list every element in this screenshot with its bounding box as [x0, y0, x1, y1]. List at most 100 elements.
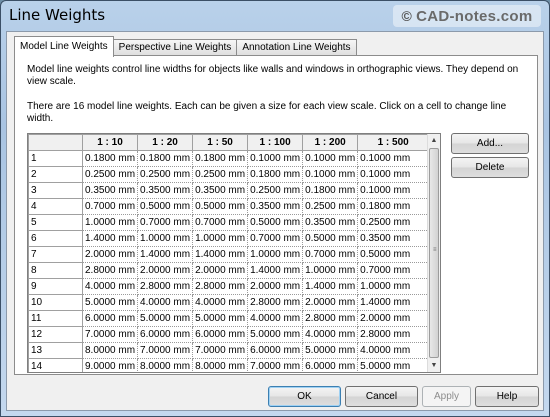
line-weight-cell[interactable]: 0.3500 mm	[192, 182, 249, 199]
scroll-down-arrow-icon[interactable]: ▼	[428, 359, 440, 372]
line-weight-cell[interactable]: 5.0000 mm	[302, 342, 359, 359]
line-weight-cell[interactable]: 0.3500 mm	[247, 198, 304, 215]
line-weight-cell[interactable]: 7.0000 mm	[137, 342, 194, 359]
line-weight-cell[interactable]: 5.0000 mm	[137, 310, 194, 327]
line-weight-cell[interactable]: 4.0000 mm	[192, 294, 249, 311]
line-weight-cell[interactable]: 2.0000 mm	[137, 262, 194, 279]
line-weight-cell[interactable]: 0.2500 mm	[247, 182, 304, 199]
line-weight-cell[interactable]: 7.0000 mm	[247, 358, 304, 372]
line-weight-cell[interactable]: 0.5000 mm	[302, 230, 359, 247]
line-weight-cell[interactable]: 0.1800 mm	[357, 198, 430, 215]
line-weight-cell[interactable]: 0.5000 mm	[357, 246, 430, 263]
line-weight-cell[interactable]: 2.8000 mm	[137, 278, 194, 295]
line-weight-cell[interactable]: 0.5000 mm	[192, 198, 249, 215]
line-weight-cell[interactable]: 0.7000 mm	[81, 198, 139, 215]
line-weight-cell[interactable]: 8.0000 mm	[192, 358, 249, 372]
line-weight-cell[interactable]: 1.0000 mm	[357, 278, 430, 295]
line-weight-cell[interactable]: 0.1800 mm	[137, 150, 194, 167]
tab-model-line-weights[interactable]: Model Line Weights	[14, 36, 114, 57]
line-weight-cell[interactable]: 2.8000 mm	[192, 278, 249, 295]
line-weight-cell[interactable]: 6.0000 mm	[137, 326, 194, 343]
line-weight-cell[interactable]: 0.1800 mm	[247, 166, 304, 183]
line-weight-cell[interactable]: 8.0000 mm	[137, 358, 194, 372]
line-weight-cell[interactable]: 0.7000 mm	[192, 214, 249, 231]
scroll-up-arrow-icon[interactable]: ▲	[428, 134, 440, 147]
line-weight-cell[interactable]: 1.4000 mm	[247, 262, 304, 279]
grid-vertical-scrollbar[interactable]: ▲ ≡ ▼	[427, 134, 440, 372]
line-weight-cell[interactable]: 5.0000 mm	[192, 310, 249, 327]
line-weight-cell[interactable]: 2.0000 mm	[357, 310, 430, 327]
line-weight-cell[interactable]: 0.2500 mm	[357, 214, 430, 231]
line-weight-cell[interactable]: 2.0000 mm	[302, 294, 359, 311]
line-weight-cell[interactable]: 4.0000 mm	[357, 342, 430, 359]
line-weight-cell[interactable]: 1.0000 mm	[137, 230, 194, 247]
line-weight-cell[interactable]: 0.7000 mm	[247, 230, 304, 247]
line-weight-cell[interactable]: 0.7000 mm	[302, 246, 359, 263]
line-weight-cell[interactable]: 1.4000 mm	[81, 230, 139, 247]
line-weight-cell[interactable]: 6.0000 mm	[81, 310, 139, 327]
line-weight-cell[interactable]: 5.0000 mm	[81, 294, 139, 311]
line-weight-cell[interactable]: 2.0000 mm	[81, 246, 139, 263]
line-weight-cell[interactable]: 5.0000 mm	[247, 326, 304, 343]
line-weight-cell[interactable]: 0.3500 mm	[81, 182, 139, 199]
line-weight-cell[interactable]: 0.3500 mm	[137, 182, 194, 199]
line-weight-cell[interactable]: 1.0000 mm	[247, 246, 304, 263]
line-weight-cell[interactable]: 4.0000 mm	[81, 278, 139, 295]
line-weight-cell[interactable]: 2.0000 mm	[247, 278, 304, 295]
line-weight-cell[interactable]: 0.5000 mm	[247, 214, 304, 231]
line-weight-cell[interactable]: 0.1800 mm	[81, 150, 139, 167]
line-weight-cell[interactable]: 0.1800 mm	[302, 182, 359, 199]
line-weight-cell[interactable]: 0.1000 mm	[247, 150, 304, 167]
cancel-button[interactable]: Cancel	[345, 386, 418, 407]
line-weight-cell[interactable]: 0.7000 mm	[137, 214, 194, 231]
line-weight-cell[interactable]: 6.0000 mm	[302, 358, 359, 372]
line-weight-cell[interactable]: 1.4000 mm	[302, 278, 359, 295]
line-weight-cell[interactable]: 4.0000 mm	[137, 294, 194, 311]
delete-button[interactable]: Delete	[451, 157, 529, 178]
line-weights-dialog: Line Weights © CAD-notes.com Model Line …	[0, 0, 550, 417]
line-weight-cell[interactable]: 0.3500 mm	[302, 214, 359, 231]
line-weight-cell[interactable]: 1.0000 mm	[192, 230, 249, 247]
line-weight-cell[interactable]: 2.8000 mm	[247, 294, 304, 311]
line-weight-cell[interactable]: 0.1000 mm	[357, 150, 430, 167]
line-weight-cell[interactable]: 0.1000 mm	[357, 166, 430, 183]
line-weight-cell[interactable]: 0.5000 mm	[137, 198, 194, 215]
line-weight-cell[interactable]: 0.2500 mm	[81, 166, 139, 183]
line-weight-cell[interactable]: 6.0000 mm	[247, 342, 304, 359]
row-number: 2	[28, 166, 83, 183]
line-weight-cell[interactable]: 0.1000 mm	[302, 166, 359, 183]
line-weight-cell[interactable]: 1.0000 mm	[81, 214, 139, 231]
line-weight-cell[interactable]: 0.3500 mm	[357, 230, 430, 247]
line-weight-cell[interactable]: 0.2500 mm	[192, 166, 249, 183]
line-weight-cell[interactable]: 7.0000 mm	[192, 342, 249, 359]
line-weight-cell[interactable]: 5.0000 mm	[357, 358, 430, 372]
line-weight-cell[interactable]: 2.0000 mm	[192, 262, 249, 279]
watermark: © CAD-notes.com	[393, 5, 541, 27]
line-weight-cell[interactable]: 7.0000 mm	[81, 326, 139, 343]
line-weight-cell[interactable]: 0.1000 mm	[357, 182, 430, 199]
title-bar[interactable]: Line Weights © CAD-notes.com	[1, 1, 549, 31]
line-weight-cell[interactable]: 9.0000 mm	[81, 358, 139, 372]
add-button[interactable]: Add...	[451, 133, 529, 154]
line-weight-cell[interactable]: 0.2500 mm	[302, 198, 359, 215]
line-weight-cell[interactable]: 1.4000 mm	[137, 246, 194, 263]
line-weight-cell[interactable]: 0.1000 mm	[302, 150, 359, 167]
line-weight-cell[interactable]: 2.8000 mm	[81, 262, 139, 279]
line-weight-cell[interactable]: 0.1800 mm	[192, 150, 249, 167]
line-weight-cell[interactable]: 0.7000 mm	[357, 262, 430, 279]
line-weight-cell[interactable]: 1.0000 mm	[302, 262, 359, 279]
column-header-scale: 1 : 20	[137, 134, 194, 151]
line-weight-cell[interactable]: 8.0000 mm	[81, 342, 139, 359]
line-weight-cell[interactable]: 6.0000 mm	[192, 326, 249, 343]
line-weight-cell[interactable]: 1.4000 mm	[357, 294, 430, 311]
line-weight-cell[interactable]: 4.0000 mm	[247, 310, 304, 327]
scroll-thumb[interactable]: ≡	[429, 148, 439, 358]
help-button[interactable]: Help	[475, 386, 539, 407]
line-weight-cell[interactable]: 4.0000 mm	[302, 326, 359, 343]
grip-icon: ≡	[433, 247, 437, 253]
ok-button[interactable]: OK	[268, 386, 341, 407]
line-weight-cell[interactable]: 0.2500 mm	[137, 166, 194, 183]
line-weight-cell[interactable]: 2.8000 mm	[357, 326, 430, 343]
line-weight-cell[interactable]: 2.8000 mm	[302, 310, 359, 327]
line-weight-cell[interactable]: 1.4000 mm	[192, 246, 249, 263]
